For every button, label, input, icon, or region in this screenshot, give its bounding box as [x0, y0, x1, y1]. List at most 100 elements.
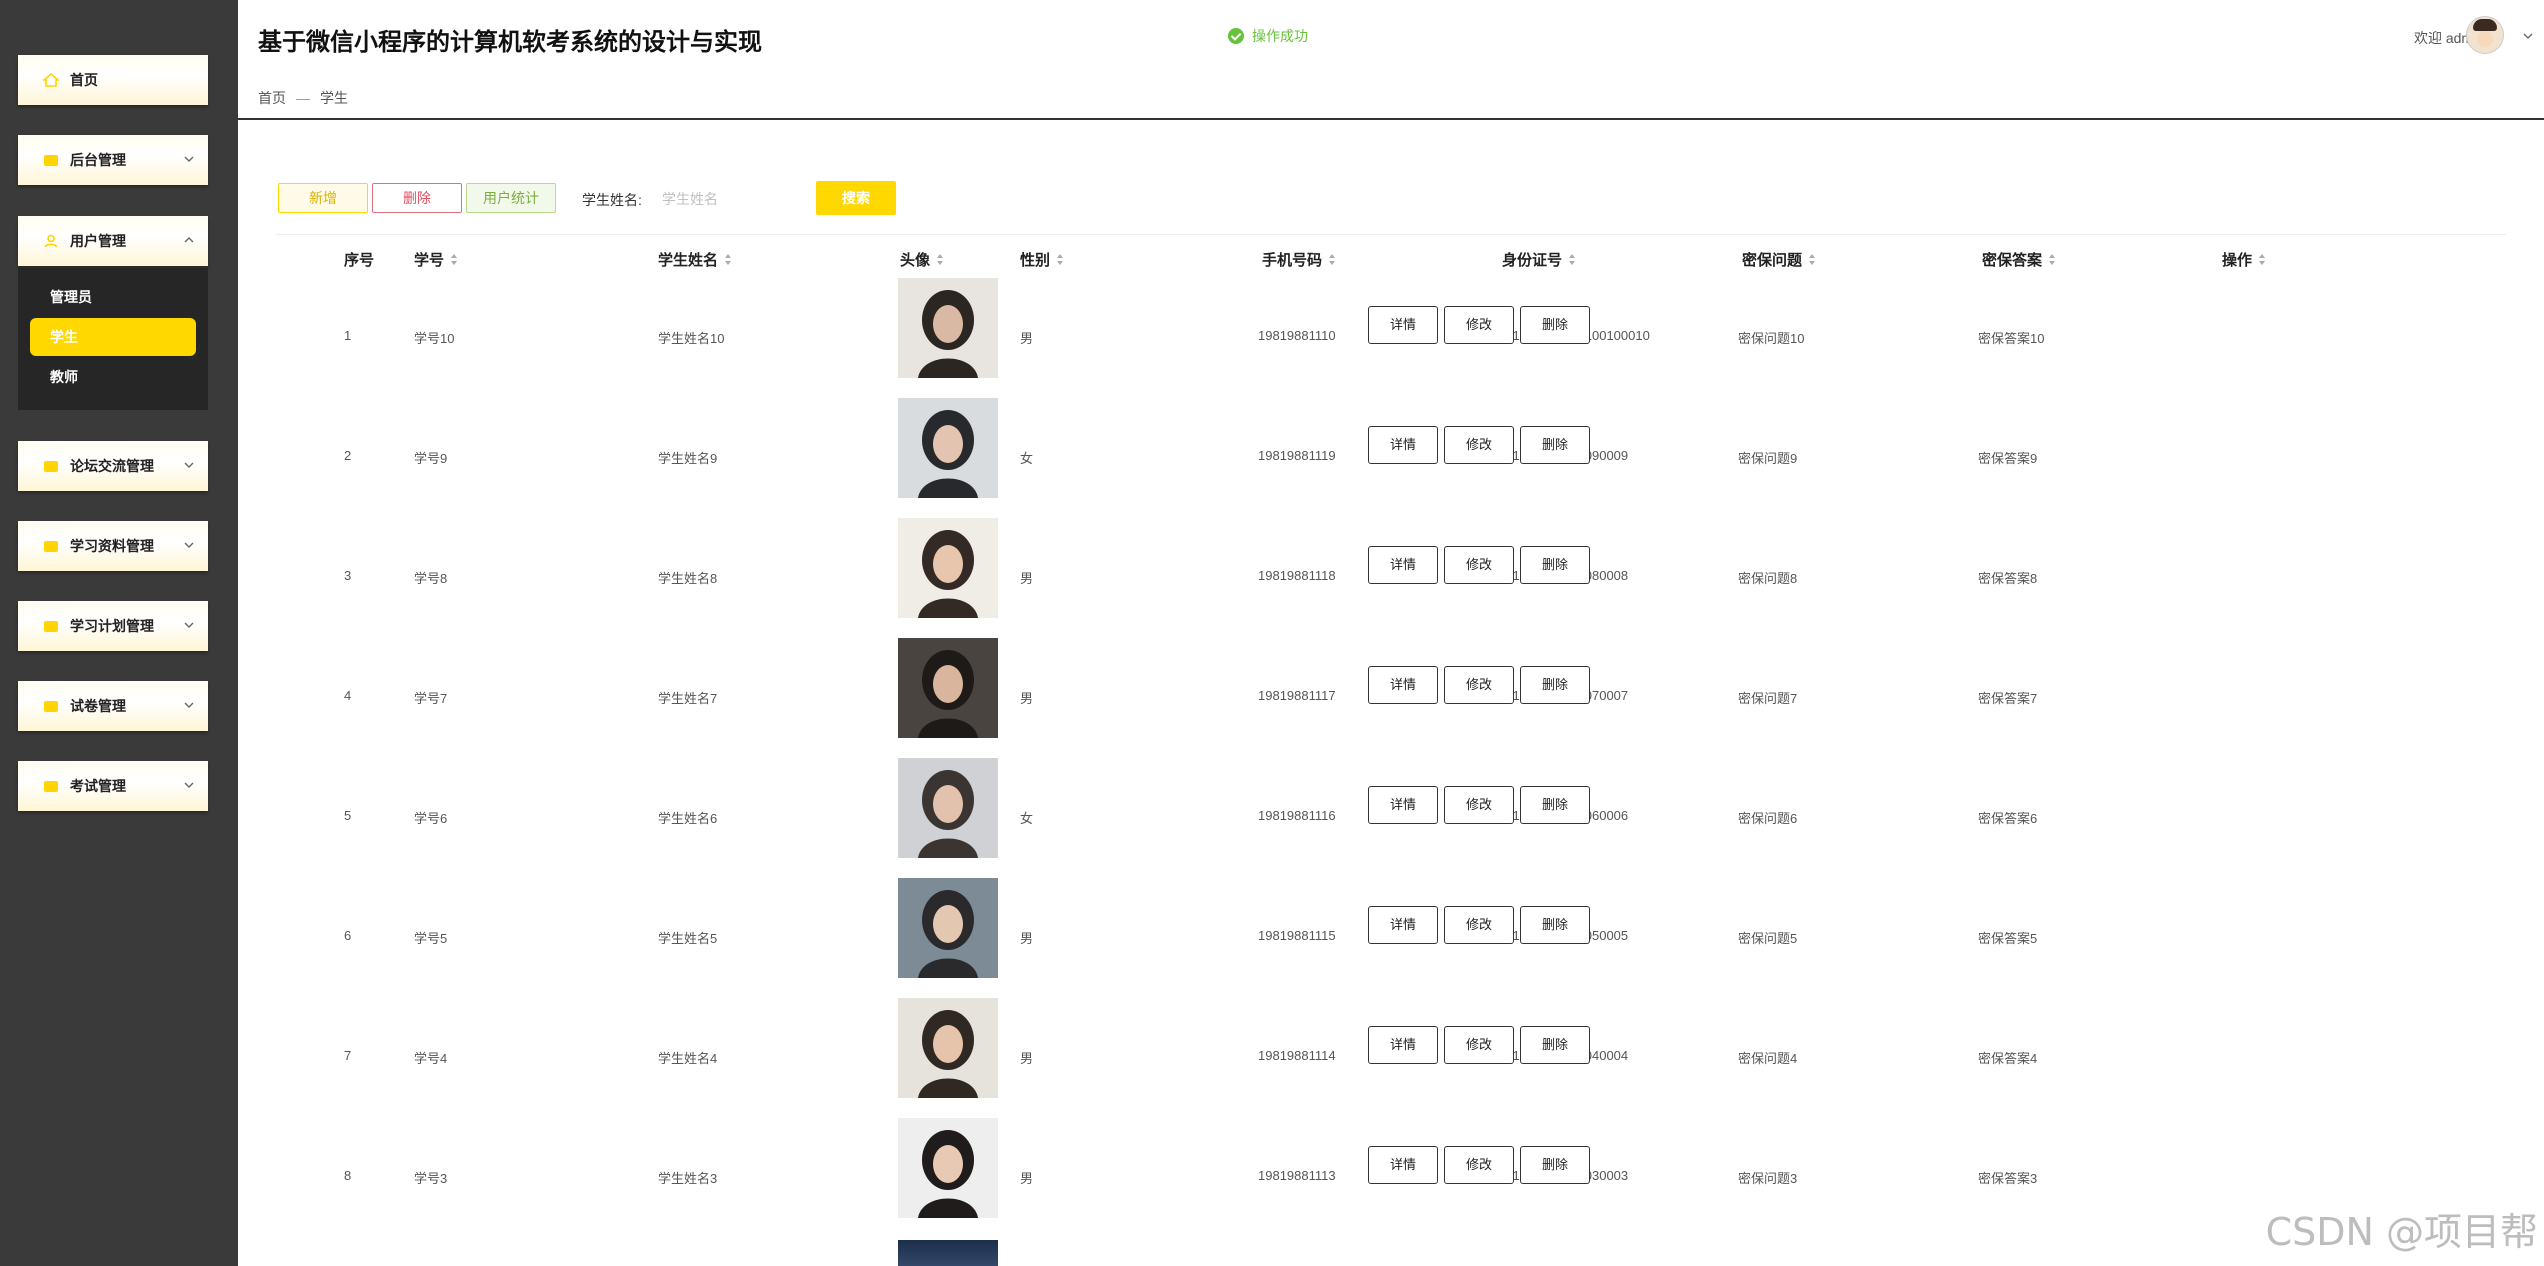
sidebar-item-label: 论坛交流管理	[70, 458, 154, 474]
briefcase-icon	[42, 539, 60, 553]
cell-security-question: 密保问题4	[1738, 1051, 1798, 1066]
student-avatar	[898, 278, 998, 378]
sort-icon[interactable]	[724, 253, 732, 266]
cell-index: 1	[344, 328, 352, 343]
cell-index: 2	[344, 448, 352, 463]
th-actions[interactable]: 操作	[2222, 249, 2266, 270]
submenu-item-admin[interactable]: 管理员	[30, 278, 196, 316]
detail-button[interactable]: 详情	[1368, 786, 1438, 824]
th-avatar[interactable]: 头像	[900, 249, 944, 270]
cell-security-answer: 密保答案9	[1978, 451, 2038, 466]
sidebar-item-exams[interactable]: 考试管理	[18, 761, 208, 811]
sidebar-item-backend[interactable]: 后台管理	[18, 135, 208, 185]
th-security-question[interactable]: 密保问题	[1742, 249, 1816, 270]
table-row: 2学号9学生姓名9女19819881119441622200909090009密…	[276, 398, 2506, 518]
submenu-item-student[interactable]: 学生	[30, 318, 196, 356]
th-phone[interactable]: 手机号码	[1262, 249, 1336, 270]
cell-student-name: 学生姓名8	[658, 571, 718, 586]
row-delete-button[interactable]: 删除	[1520, 786, 1590, 824]
header: 基于微信小程序的计算机软考系统的设计与实现 操作成功 欢迎 admin 首页 — 学…	[238, 0, 2544, 120]
sidebar-item-papers[interactable]: 试卷管理	[18, 681, 208, 731]
submenu-item-teacher[interactable]: 教师	[30, 358, 196, 396]
chevron-down-icon	[184, 462, 194, 468]
detail-button[interactable]: 详情	[1368, 906, 1438, 944]
cell-student-name: 学生姓名6	[658, 811, 718, 826]
th-index: 序号	[344, 252, 375, 269]
detail-button[interactable]: 详情	[1368, 1146, 1438, 1184]
detail-button[interactable]: 详情	[1368, 306, 1438, 344]
edit-button[interactable]: 修改	[1444, 666, 1514, 704]
row-delete-button[interactable]: 删除	[1520, 1026, 1590, 1064]
breadcrumb-home[interactable]: 首页	[258, 90, 286, 106]
sort-icon[interactable]	[1568, 253, 1576, 266]
success-toast: 操作成功	[1228, 26, 1308, 46]
row-delete-button[interactable]: 删除	[1520, 546, 1590, 584]
sidebar-item-users[interactable]: 用户管理	[18, 216, 208, 266]
sort-icon[interactable]	[2258, 253, 2266, 266]
row-delete-button[interactable]: 删除	[1520, 906, 1590, 944]
table-header: 序号 学号 学生姓名 头像 性别 手机号码 身份证号 密保问题 密保答案 操作	[276, 234, 2506, 279]
sidebar-item-label: 学习计划管理	[70, 618, 154, 634]
delete-button[interactable]: 删除	[372, 183, 462, 213]
row-delete-button[interactable]: 删除	[1520, 1146, 1590, 1184]
forum-icon	[42, 459, 60, 473]
sort-icon[interactable]	[936, 253, 944, 266]
th-gender[interactable]: 性别	[1020, 249, 1064, 270]
cell-security-question: 密保问题10	[1738, 331, 1805, 346]
cell-security-answer: 密保答案8	[1978, 571, 2038, 586]
sidebar-item-label: 用户管理	[70, 233, 126, 249]
chevron-down-icon[interactable]	[2522, 30, 2534, 42]
cell-security-question: 密保问题6	[1738, 811, 1798, 826]
cell-gender: 男	[1020, 691, 1034, 706]
chevron-down-icon	[184, 782, 194, 788]
cell-student-name: 学生姓名9	[658, 451, 718, 466]
user-submenu: 管理员 学生 教师	[18, 268, 208, 410]
edit-button[interactable]: 修改	[1444, 426, 1514, 464]
student-avatar	[898, 638, 998, 738]
user-stats-button[interactable]: 用户统计	[466, 183, 556, 213]
avatar[interactable]	[2466, 16, 2504, 54]
add-button[interactable]: 新增	[278, 183, 368, 213]
chevron-down-icon	[184, 542, 194, 548]
row-delete-button[interactable]: 删除	[1520, 426, 1590, 464]
edit-button[interactable]: 修改	[1444, 306, 1514, 344]
cell-phone: 19819881117	[1258, 688, 1336, 703]
sidebar-item-materials[interactable]: 学习资料管理	[18, 521, 208, 571]
edit-button[interactable]: 修改	[1444, 786, 1514, 824]
cell-phone: 19819881116	[1258, 808, 1336, 823]
cell-security-answer: 密保答案7	[1978, 691, 2038, 706]
sidebar-item-plans[interactable]: 学习计划管理	[18, 601, 208, 651]
search-label: 学生姓名:	[582, 192, 642, 208]
edit-button[interactable]: 修改	[1444, 1026, 1514, 1064]
detail-button[interactable]: 详情	[1368, 666, 1438, 704]
row-delete-button[interactable]: 删除	[1520, 666, 1590, 704]
cell-security-answer: 密保答案6	[1978, 811, 2038, 826]
chevron-down-icon	[184, 702, 194, 708]
sort-icon[interactable]	[450, 253, 458, 266]
th-student-id[interactable]: 学号	[414, 249, 458, 270]
row-delete-button[interactable]: 删除	[1520, 306, 1590, 344]
sidebar-item-label: 试卷管理	[70, 698, 126, 714]
search-input[interactable]	[660, 183, 814, 215]
cell-security-answer: 密保答案3	[1978, 1171, 2038, 1186]
th-security-answer[interactable]: 密保答案	[1982, 249, 2056, 270]
sidebar-item-home[interactable]: 首页	[18, 55, 208, 105]
search-button[interactable]: 搜索	[816, 181, 896, 215]
sort-icon[interactable]	[1808, 253, 1816, 266]
sort-icon[interactable]	[1056, 253, 1064, 266]
cell-index: 6	[344, 928, 352, 943]
detail-button[interactable]: 详情	[1368, 546, 1438, 584]
detail-button[interactable]: 详情	[1368, 1026, 1438, 1064]
sort-icon[interactable]	[1328, 253, 1336, 266]
edit-button[interactable]: 修改	[1444, 906, 1514, 944]
breadcrumb-current: 学生	[320, 90, 348, 106]
th-student-name[interactable]: 学生姓名	[658, 249, 732, 270]
edit-button[interactable]: 修改	[1444, 546, 1514, 584]
sidebar-item-forum[interactable]: 论坛交流管理	[18, 441, 208, 491]
detail-button[interactable]: 详情	[1368, 426, 1438, 464]
user-icon	[42, 234, 60, 248]
th-id-number[interactable]: 身份证号	[1502, 249, 1576, 270]
sort-icon[interactable]	[2048, 253, 2056, 266]
cell-phone: 19819881110	[1258, 328, 1336, 343]
edit-button[interactable]: 修改	[1444, 1146, 1514, 1184]
